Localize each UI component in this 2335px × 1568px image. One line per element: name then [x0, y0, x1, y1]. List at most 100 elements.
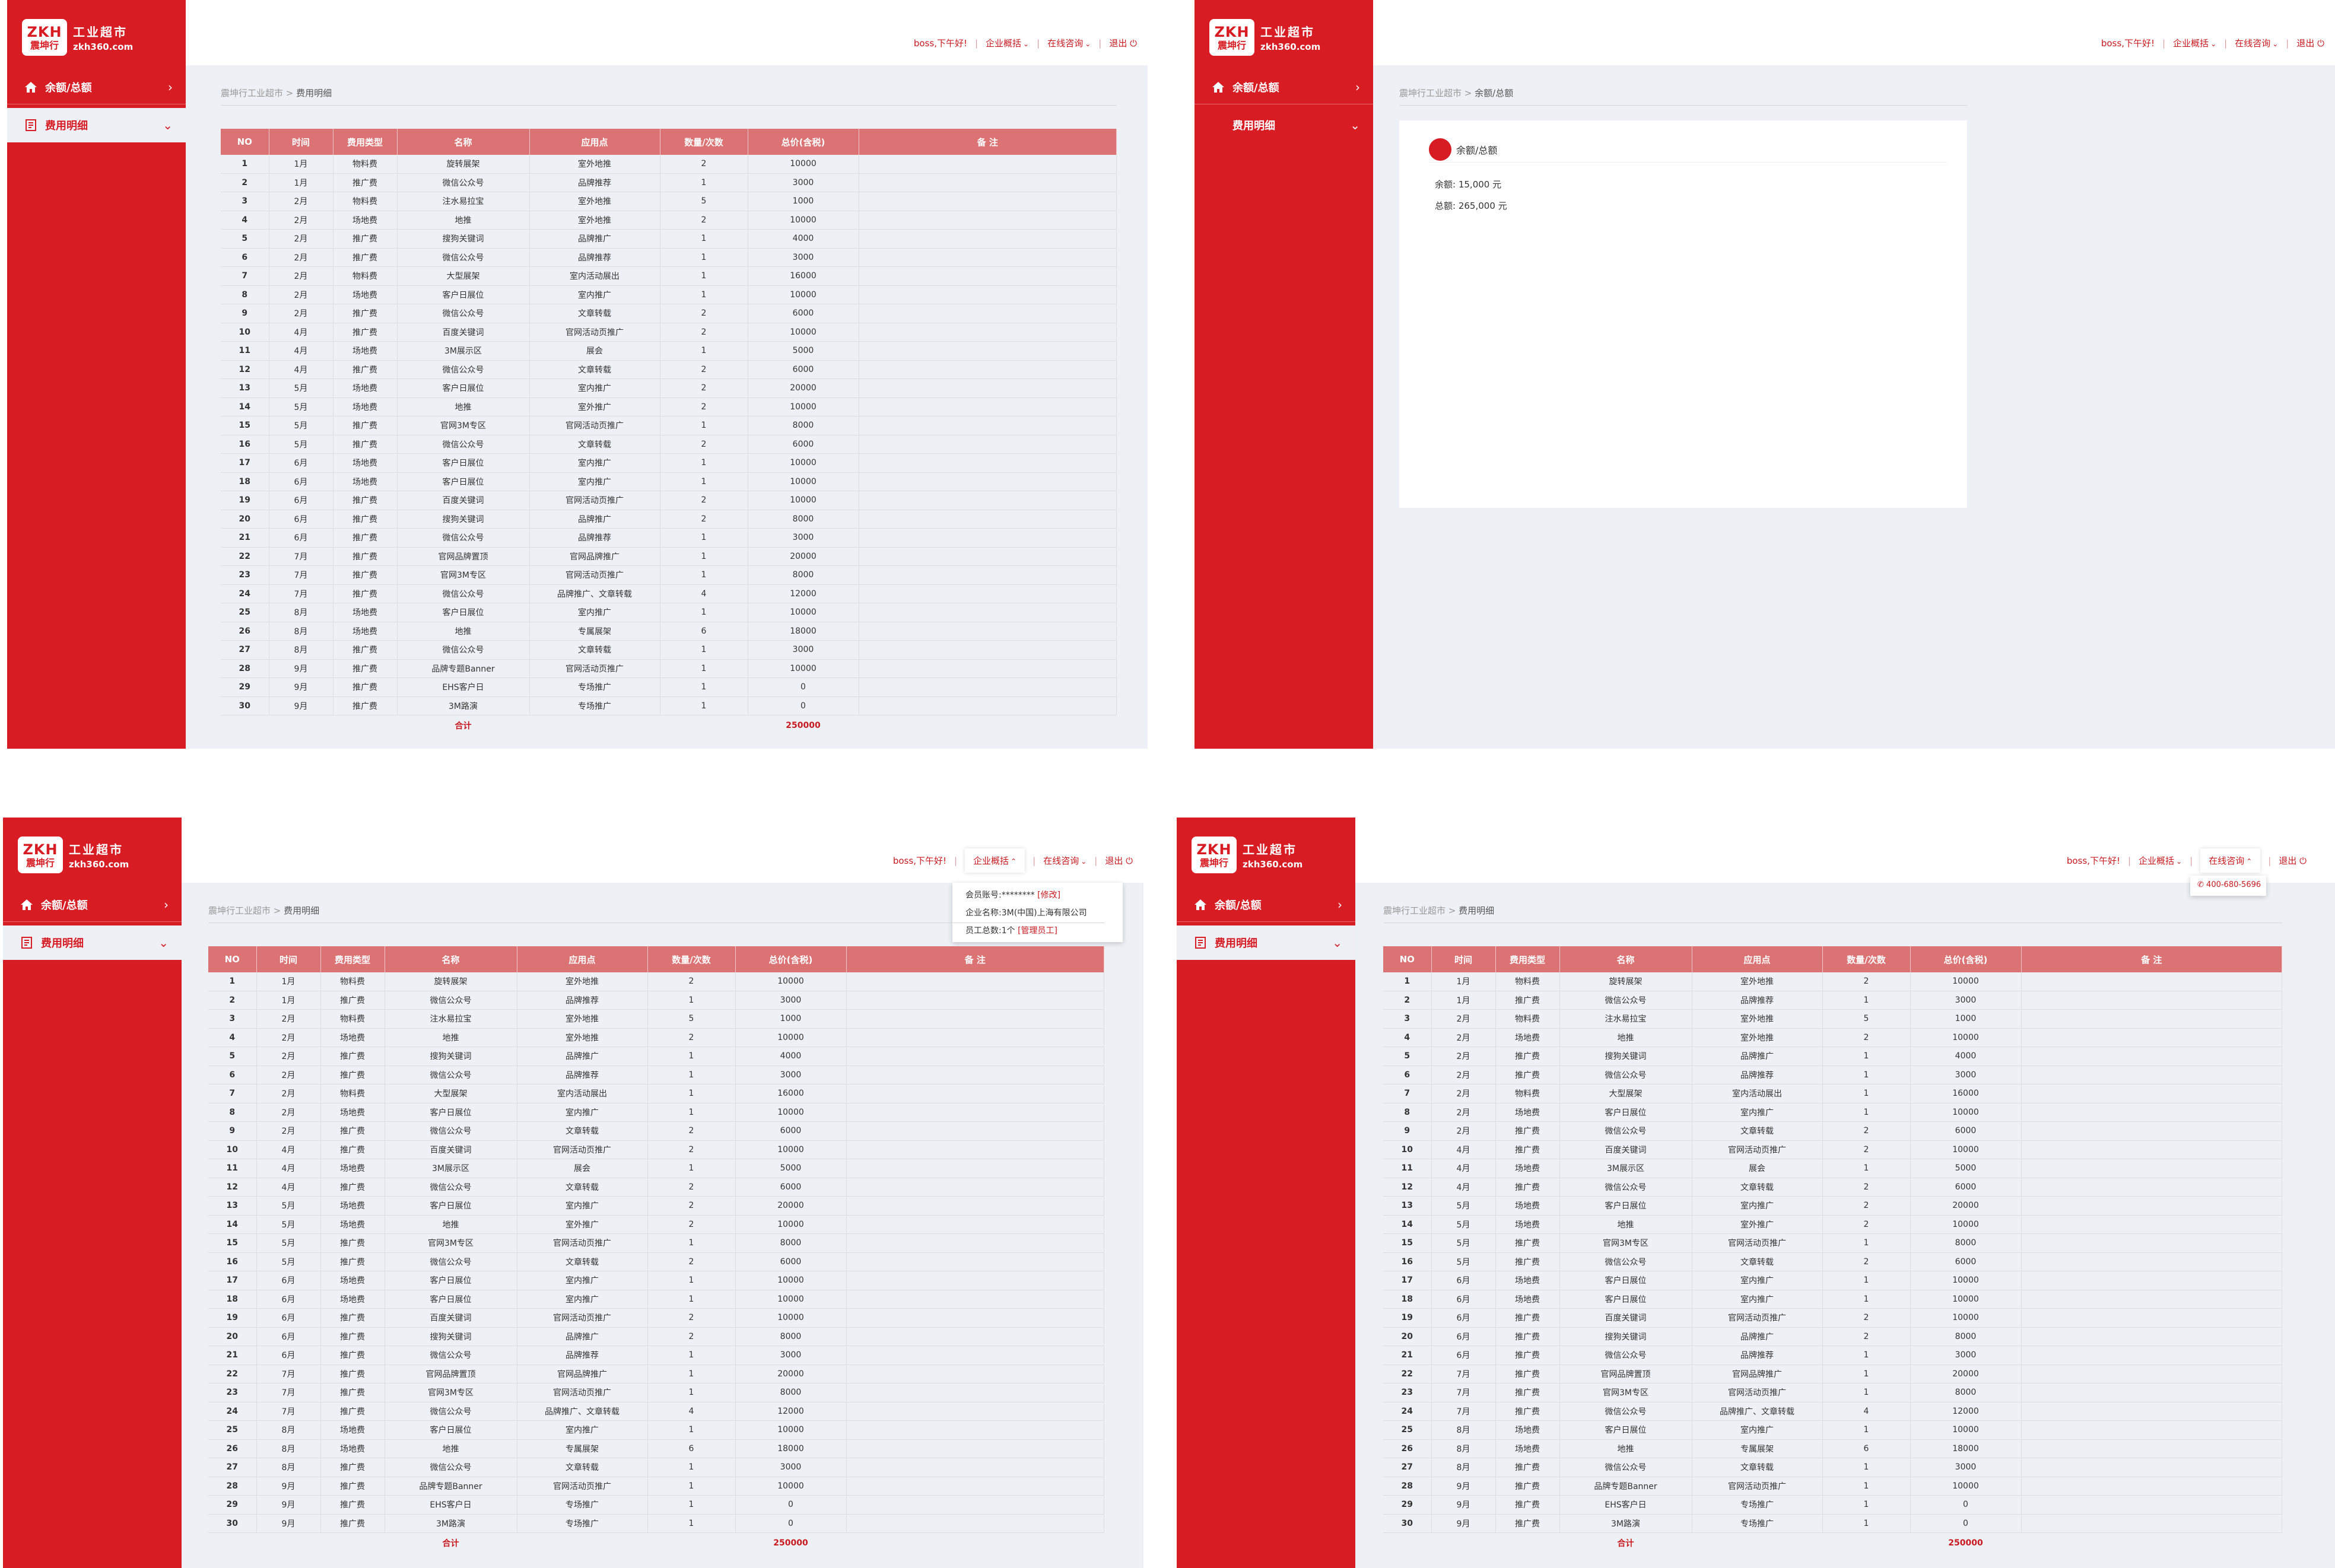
nav-logout[interactable]: 退出 ⏻	[1105, 854, 1133, 867]
breadcrumb-root[interactable]: 震坤行工业超市	[1383, 905, 1446, 916]
table-cell: 2月	[269, 192, 333, 211]
table-cell: 18	[221, 472, 269, 491]
sidebar-item-label: 余额/总额	[1232, 81, 1279, 94]
nav-consult[interactable]: 在线咨询 ⌄	[1047, 37, 1091, 49]
table-cell: 场地费	[333, 379, 398, 398]
table-cell: 品牌推广、文章转载	[517, 1402, 648, 1421]
column-header: 时间	[256, 946, 321, 972]
nav-consult[interactable]: 在线咨询 ⌄	[1043, 854, 1087, 867]
breadcrumb-root[interactable]: 震坤行工业超市	[1399, 88, 1462, 98]
table-cell: 场地费	[1495, 1420, 1560, 1440]
sidebar-item-expense-detail[interactable]: 费用明细 ⌄	[1177, 925, 1355, 960]
sidebar-item-expense-detail[interactable]: 费用明细 ⌄	[1194, 108, 1373, 142]
phone-row[interactable]: ✆ 400-680-5696	[2197, 880, 2261, 889]
modify-link[interactable]: [修改]	[1037, 890, 1060, 900]
sidebar-item-balance[interactable]: 余额/总额 ›	[1194, 70, 1373, 104]
brand-name: 工业超市	[73, 25, 128, 39]
table-cell	[2021, 1140, 2282, 1159]
table-row: 25 8月 场地费 客户日展位 室内推广 1 10000	[1383, 1420, 2282, 1440]
nav-logout[interactable]: 退出 ⏻	[2296, 37, 2324, 49]
table-cell: 专场推广	[517, 1495, 648, 1515]
table-row: 5 2月 推广费 搜狗关键词 品牌推广 1 4000	[1383, 1047, 2282, 1066]
logo[interactable]: ZKH 震坤行 工业超市 zkh360.com	[1192, 834, 1302, 876]
table-cell: 26	[208, 1439, 257, 1458]
table-cell: 16000	[735, 1084, 847, 1103]
total-line: 总额: 265,000 元	[1435, 201, 1507, 211]
table-cell: 室内推广	[1692, 1196, 1823, 1216]
table-cell: 10000	[735, 1308, 847, 1328]
table-cell: 3M展示区	[385, 1159, 517, 1178]
nav-overview[interactable]: 企业概括 ⌄	[2139, 854, 2182, 867]
table-cell: 百度关键词	[397, 491, 530, 510]
table-row: 24 7月 推广费 微信公众号 品牌推广、文章转载 4 12000	[1383, 1402, 2282, 1421]
table-cell: 室内推广	[529, 472, 660, 491]
table-cell	[846, 1346, 1104, 1365]
logo[interactable]: ZKH 震坤行 工业超市 zkh360.com	[18, 834, 129, 876]
logo-abbr: ZKH	[27, 23, 62, 40]
nav-consult[interactable]: 在线咨询 ⌄	[2235, 37, 2278, 49]
logo-abbr: ZKH	[1196, 841, 1232, 858]
table-cell: 场地费	[320, 1439, 385, 1458]
table-cell: 20	[221, 510, 269, 529]
table-cell: 18000	[1910, 1439, 2022, 1458]
table-cell: 10000	[748, 285, 859, 304]
logo[interactable]: ZKH 震坤行 工业超市 zkh360.com	[22, 17, 133, 58]
table-cell: 4000	[735, 1047, 847, 1066]
table-row: 7 2月 物料费 大型展架 室内活动展出 1 16000	[208, 1084, 1104, 1103]
table-cell: 2	[660, 397, 748, 416]
table-cell: 室外地推	[1692, 972, 1823, 991]
table-cell: 1	[647, 1047, 736, 1066]
table-cell: 2月	[1431, 1047, 1496, 1066]
table-cell: 品牌推荐	[529, 248, 660, 267]
sidebar-item-balance[interactable]: 余额/总额 ›	[3, 888, 182, 922]
panel-expense-detail-phone: ZKH 震坤行 工业超市 zkh360.com 余额/总额 › 费用明细 ⌄ b…	[1177, 818, 2335, 1568]
table-cell: 8月	[269, 640, 333, 660]
sidebar-item-expense-detail[interactable]: 费用明细 ⌄	[7, 108, 186, 142]
table-cell	[846, 1271, 1104, 1290]
table-cell: 官网3M专区	[385, 1233, 517, 1253]
manage-staff-link[interactable]: [管理员工]	[1018, 926, 1057, 936]
sidebar-item-expense-detail[interactable]: 费用明细 ⌄	[3, 925, 182, 960]
sidebar-item-balance[interactable]: 余额/总额 ›	[7, 70, 186, 104]
table-row: 29 9月 推广费 EHS客户日 专场推广 1 0	[208, 1495, 1104, 1515]
table-cell: 1	[660, 640, 748, 660]
document-icon	[21, 937, 32, 949]
sidebar-item-balance[interactable]: 余额/总额 ›	[1177, 888, 1355, 922]
table-cell: 推广费	[1495, 1178, 1560, 1197]
table-cell: 1	[660, 341, 748, 361]
table-cell: 2月	[269, 248, 333, 267]
breadcrumb-root[interactable]: 震坤行工业超市	[221, 88, 283, 98]
table-cell: 6000	[1910, 1121, 2022, 1141]
table-cell: 微信公众号	[1559, 1346, 1692, 1365]
table-row: 18 6月 场地费 客户日展位 室内推广 1 10000	[208, 1290, 1104, 1309]
breadcrumb-current: 费用明细	[284, 905, 320, 916]
breadcrumb-root[interactable]: 震坤行工业超市	[208, 905, 271, 916]
table-cell	[2021, 1308, 2282, 1328]
table-cell: 8000	[748, 416, 859, 435]
chevron-down-icon: ⌄	[158, 936, 169, 950]
table-cell: 1	[1822, 1458, 1911, 1477]
table-cell: 6月	[269, 491, 333, 510]
table-row: 29 9月 推广费 EHS客户日 专场推广 1 0	[1383, 1495, 2282, 1515]
table-cell: 6000	[1910, 1252, 2022, 1271]
table-cell: 15	[221, 416, 269, 435]
nav-overview[interactable]: 企业概括 ⌄	[2173, 37, 2216, 49]
table-cell: 16	[208, 1252, 257, 1271]
table-cell: 场地费	[1495, 1159, 1560, 1178]
table-cell: 品牌专题Banner	[397, 659, 530, 678]
table-cell: 推广费	[333, 173, 398, 192]
nav-logout[interactable]: 退出 ⏻	[1109, 37, 1137, 49]
nav-consult[interactable]: 在线咨询 ⌃	[2200, 848, 2261, 873]
nav-overview[interactable]: 企业概括 ⌄	[986, 37, 1029, 49]
nav-overview[interactable]: 企业概括 ⌃	[965, 848, 1025, 873]
table-cell: 9月	[256, 1514, 321, 1533]
table-cell	[846, 1140, 1104, 1159]
table-cell: 推广费	[333, 491, 398, 510]
table-cell	[846, 1252, 1104, 1271]
power-icon: ⏻	[2299, 855, 2307, 866]
logo[interactable]: ZKH 震坤行 工业超市 zkh360.com	[1209, 17, 1320, 58]
table-row: 8 2月 场地费 客户日展位 室内推广 1 10000	[208, 1103, 1104, 1122]
table-cell: 微信公众号	[1559, 1121, 1692, 1141]
nav-logout[interactable]: 退出 ⏻	[2279, 854, 2307, 867]
table-row: 5 2月 推广费 搜狗关键词 品牌推广 1 4000	[221, 229, 1117, 249]
